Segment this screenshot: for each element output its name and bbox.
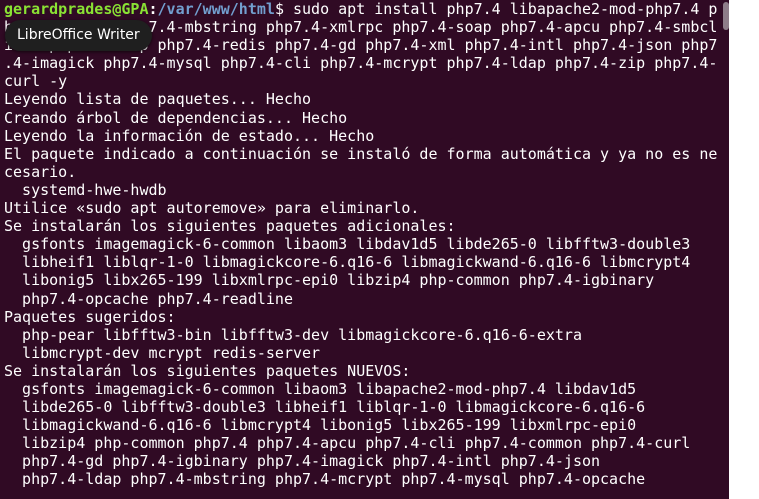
output-line: Se instalarán los siguientes paquetes NU…: [4, 361, 411, 380]
output-line: libonig5 libx265-199 libxmlrpc-epi0 libz…: [4, 271, 655, 290]
output-line: Paquetes sugeridos:: [4, 307, 176, 326]
output-line: Leyendo lista de paquetes... Hecho: [4, 90, 312, 109]
output-line: php7.4-ldap php7.4-mbstring php7.4-mcryp…: [4, 470, 646, 489]
output-line: Creando árbol de dependencias... Hecho: [4, 108, 348, 127]
desktop-background-strip: [729, 0, 759, 499]
scrollbar-track[interactable]: [721, 0, 729, 499]
prompt-user-host: gerardprades@GPA: [4, 0, 149, 18]
output-line: gsfonts imagemagick-6-common libaom3 lib…: [4, 235, 691, 254]
terminal-window[interactable]: gerardprades@GPA:/var/www/html$ sudo apt…: [0, 0, 729, 499]
prompt-line: gerardprades@GPA:/var/www/html$ sudo apt…: [4, 0, 726, 18]
output-line: Leyendo la información de estado... Hech…: [4, 126, 375, 145]
output-line: .4-imagick php7.4-mysql php7.4-cli php7.…: [4, 54, 718, 73]
output-line: libzip4 php-common php7.4 php7.4-apcu ph…: [4, 434, 691, 453]
terminal-output: gerardprades@GPA:/var/www/html$ sudo apt…: [4, 0, 726, 489]
output-line: libmcrypt-dev mcrypt redis-server: [4, 343, 321, 362]
output-line: cesario.: [4, 162, 77, 181]
output-line: Se instalarán los siguientes paquetes ad…: [4, 217, 456, 236]
output-line: gsfonts imagemagick-6-common libaom3 lib…: [4, 379, 637, 398]
prompt-path: /var/www/html: [157, 0, 275, 18]
output-line: php-pear libfftw3-bin libfftw3-dev libma…: [4, 325, 582, 344]
output-line: curl -y: [4, 72, 68, 91]
prompt-command: $ sudo apt install php7.4 libapache2-mod…: [274, 0, 718, 18]
output-line: php7.4-opcache php7.4-readline: [4, 289, 293, 308]
prompt-colon: :: [148, 0, 158, 18]
output-line: libheif1 liblqr-1-0 libmagickcore-6.q16-…: [4, 253, 691, 272]
output-line: systemd-hwe-hwdb: [4, 180, 167, 199]
output-line: libde265-0 libfftw3-double3 libheif1 lib…: [4, 398, 646, 417]
output-line: libmagickwand-6.q16-6 libmcrypt4 libonig…: [4, 416, 637, 435]
output-line: php7.4-gd php7.4-igbinary php7.4-imagick…: [4, 452, 601, 471]
output-line: Utilice «sudo apt autoremove» para elimi…: [4, 199, 420, 218]
output-line: El paquete indicado a continuación se in…: [4, 144, 718, 163]
app-tooltip: LibreOffice Writer: [5, 20, 152, 51]
